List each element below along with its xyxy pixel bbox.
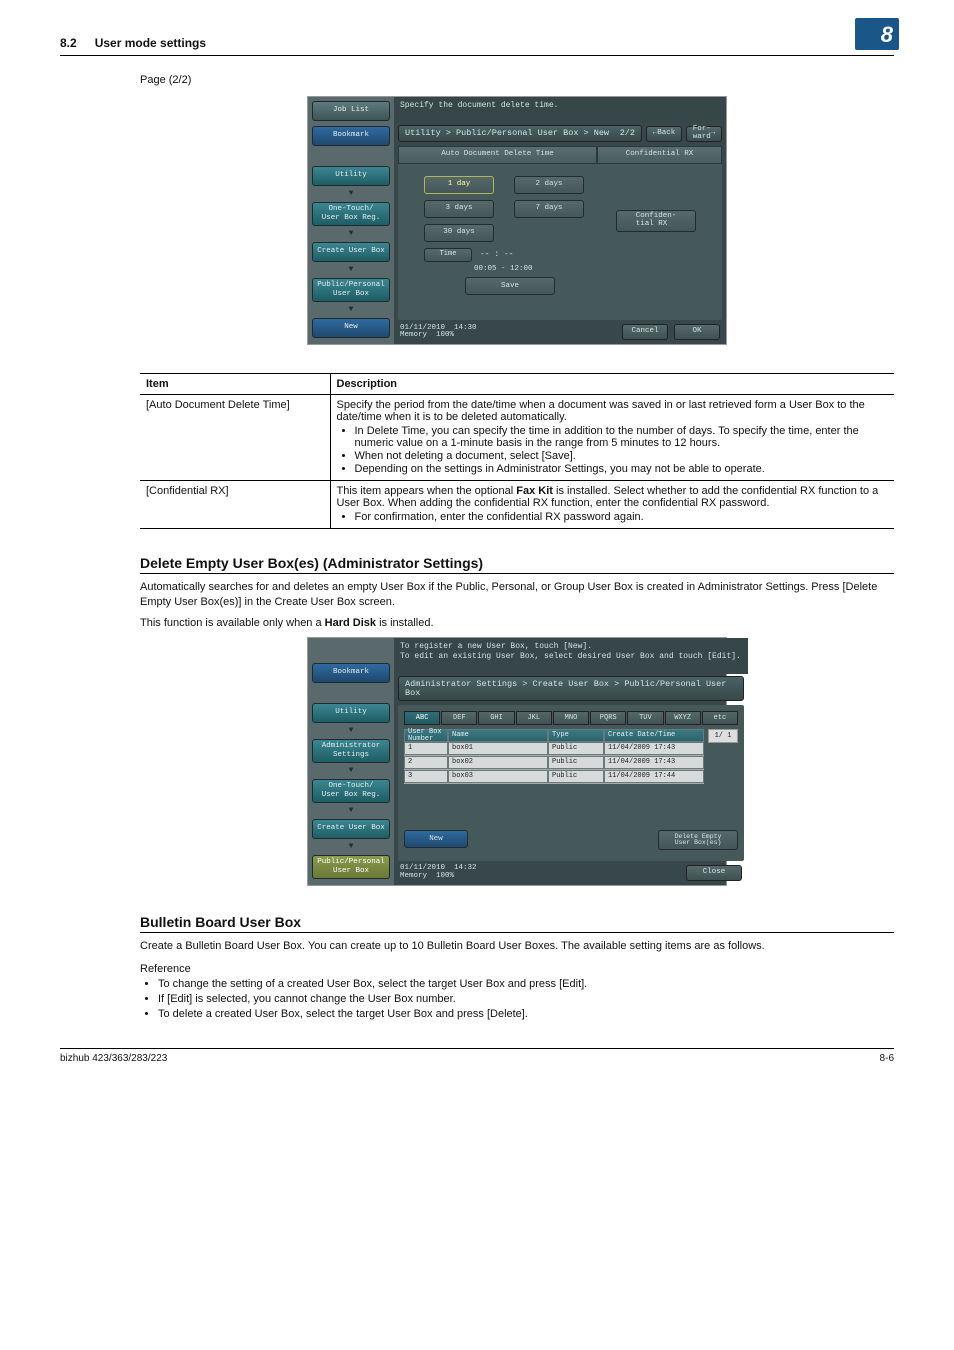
delete-empty-button[interactable]: Delete Empty User Box(es)	[658, 830, 738, 850]
confidential-rx-button[interactable]: Confiden- tial RX	[616, 210, 696, 232]
para: Automatically searches for and deletes a…	[140, 580, 894, 610]
chevron-down-icon: ▼	[312, 844, 390, 850]
bookmark-button[interactable]: Bookmark	[312, 663, 390, 683]
status-datetime: 01/11/2010 14:30 Memory 100%	[400, 325, 477, 340]
create-user-box-button[interactable]: Create User Box	[312, 242, 390, 262]
heading-bulletin: Bulletin Board User Box	[140, 914, 894, 933]
list-item[interactable]: 1box01Public11/04/2009 17:43	[404, 742, 704, 756]
chapter-badge: 8	[855, 18, 899, 50]
forward-button[interactable]: For- ward →	[686, 126, 722, 142]
subpage-indicator: Page (2/2)	[140, 74, 894, 86]
cancel-button[interactable]: Cancel	[622, 324, 668, 340]
breadcrumb: Administrator Settings > Create User Box…	[398, 676, 744, 701]
chevron-down-icon: ▼	[312, 768, 390, 774]
device-screenshot-1: Job List Bookmark Utility ▼ One-Touch/ U…	[307, 96, 727, 345]
letter-tab[interactable]: JKL	[516, 711, 552, 725]
one-touch-button[interactable]: One-Touch/ User Box Reg.	[312, 202, 390, 226]
pub-personal-button[interactable]: Public/Personal User Box	[312, 855, 390, 879]
opt-time[interactable]: Time	[424, 248, 472, 262]
status-datetime: 01/11/2010 14:32 Memory 100%	[400, 865, 477, 880]
page-header: 8.2 User mode settings	[60, 30, 894, 56]
back-button[interactable]: ← Back	[646, 126, 682, 142]
one-touch-button[interactable]: One-Touch/ User Box Reg.	[312, 779, 390, 803]
chevron-down-icon: ▼	[312, 307, 390, 313]
letter-tab[interactable]: PQRS	[590, 711, 626, 725]
chevron-down-icon: ▼	[312, 808, 390, 814]
para: Create a Bulletin Board User Box. You ca…	[140, 939, 894, 954]
letter-tab[interactable]: GHI	[478, 711, 514, 725]
ok-button[interactable]: OK	[674, 324, 720, 340]
reference-label: Reference	[140, 963, 894, 975]
tab-confidential-rx[interactable]: Confidential RX	[597, 146, 722, 164]
new-button[interactable]: New	[404, 830, 468, 848]
para: This function is available only when a H…	[140, 616, 894, 631]
tab-auto-delete[interactable]: Auto Document Delete Time	[398, 146, 597, 164]
letter-tabs: ABCDEFGHIJKLMNOPQRSTUVWXYZetc	[404, 711, 738, 725]
device-screenshot-2: Bookmark Utility ▼ Administrator Setting…	[307, 637, 727, 886]
chevron-down-icon: ▼	[312, 231, 390, 237]
letter-tab[interactable]: DEF	[441, 711, 477, 725]
reference-list: To change the setting of a created User …	[140, 978, 894, 1020]
letter-tab[interactable]: ABC	[404, 711, 440, 725]
table-row: [Confidential RX] This item appears when…	[140, 481, 894, 529]
bookmark-button[interactable]: Bookmark	[312, 126, 390, 146]
section-number: 8.2	[60, 36, 77, 50]
chevron-down-icon: ▼	[312, 191, 390, 197]
col-desc: Description	[330, 374, 894, 395]
section-title: User mode settings	[95, 36, 206, 50]
pub-personal-button[interactable]: Public/Personal User Box	[312, 278, 390, 302]
close-button[interactable]: Close	[686, 865, 742, 881]
utility-button[interactable]: Utility	[312, 166, 390, 186]
paging-indicator: 1/ 1	[708, 729, 738, 743]
admin-settings-button[interactable]: Administrator Settings	[312, 739, 390, 763]
letter-tab[interactable]: MNO	[553, 711, 589, 725]
instruction-text: Specify the document delete time.	[394, 97, 726, 123]
letter-tab[interactable]: etc	[702, 711, 738, 725]
chevron-down-icon: ▼	[312, 728, 390, 734]
create-user-box-button[interactable]: Create User Box	[312, 819, 390, 839]
new-button[interactable]: New	[312, 318, 390, 338]
opt-7days[interactable]: 7 days	[514, 200, 584, 218]
heading-delete-empty: Delete Empty User Box(es) (Administrator…	[140, 555, 894, 574]
utility-button[interactable]: Utility	[312, 703, 390, 723]
page-footer: bizhub 423/363/283/223 8-6	[60, 1048, 894, 1064]
job-list-tab[interactable]: Job List	[312, 101, 390, 121]
opt-30days[interactable]: 30 days	[424, 224, 494, 242]
list-item[interactable]: 2box02Public11/04/2009 17:43	[404, 756, 704, 770]
opt-3days[interactable]: 3 days	[424, 200, 494, 218]
spec-table: Item Description [Auto Document Delete T…	[140, 373, 894, 529]
opt-1day[interactable]: 1 day	[424, 176, 494, 194]
list-item[interactable]: 3box03Public11/04/2009 17:44	[404, 770, 704, 784]
list-header: User Box Number Name Type Create Date/Ti…	[404, 729, 704, 742]
table-row: [Auto Document Delete Time] Specify the …	[140, 395, 894, 481]
breadcrumb: Utility > Public/Personal User Box > New…	[398, 125, 642, 142]
col-item: Item	[140, 374, 330, 395]
instruction-text: To register a new User Box, touch [New].…	[394, 638, 748, 675]
opt-save[interactable]: Save	[465, 277, 555, 295]
chevron-down-icon: ▼	[312, 267, 390, 273]
letter-tab[interactable]: WXYZ	[665, 711, 701, 725]
time-range: 00:05 - 12:00	[474, 266, 616, 274]
letter-tab[interactable]: TUV	[627, 711, 663, 725]
time-value: -- : --	[480, 251, 514, 259]
opt-2days[interactable]: 2 days	[514, 176, 584, 194]
